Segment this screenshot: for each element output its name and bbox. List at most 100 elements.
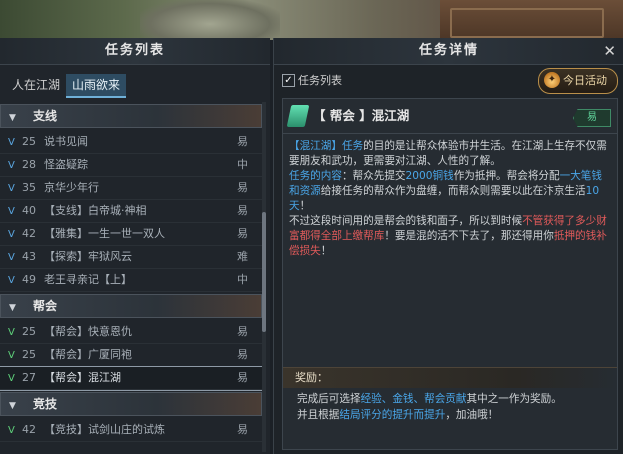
quest-row[interactable]: V 49 老王寻亲记【上】 中 [0, 269, 262, 292]
quest-list-tabs: 人在江湖 山雨欲来 [6, 74, 127, 98]
quest-difficulty: 易 [237, 423, 248, 436]
quest-title: 【 帮会 】混江湖 [313, 108, 410, 123]
tab-ren-zai-jiang-hu[interactable]: 人在江湖 [6, 74, 66, 96]
chevron-down-icon: ▼ [9, 113, 16, 123]
quest-list-scrollbar[interactable] [262, 102, 266, 452]
desc-text: ！ [320, 245, 332, 257]
quest-list-title: 任务列表 [0, 38, 270, 65]
desc-text: ！要是混的活不下去了，那还得用你 [384, 230, 554, 242]
quest-description: 【混江湖】任务的目的是让帮众体验市井生活。在江湖上生存不仅需要朋友和武功，更需要… [289, 139, 611, 259]
desc-text: 不过这段时间用的是帮会的钱和面子，所以到时候 [289, 215, 523, 227]
scene-rock [140, 0, 280, 40]
desc-text: 作为抵押。帮会将分配 [453, 170, 560, 182]
quest-level: 42 [22, 227, 36, 240]
chevron-down-icon: ▼ [9, 401, 16, 411]
reward-description: 完成后可选择经验、金钱、帮会贡献其中之一作为奖励。 并且根据结局评分的提升而提升… [297, 391, 609, 423]
quest-row[interactable]: V 25 【帮会】快意恩仇 易 [0, 321, 262, 344]
quest-level: 40 [22, 204, 36, 217]
quest-header: 【 帮会 】混江湖 易 [283, 99, 617, 134]
quest-level: 49 [22, 273, 36, 286]
reward-header: 奖励： [283, 367, 617, 388]
quest-list-toggle[interactable]: ✓ 任务列表 [282, 72, 342, 90]
close-icon[interactable]: ✕ [603, 38, 618, 64]
quest-detail-title: 任务详情 [418, 43, 479, 58]
quest-name: 【帮会】快意恩仇 [44, 325, 132, 338]
checkbox-checked-icon[interactable]: ✓ [282, 73, 295, 87]
quest-level: 43 [22, 250, 36, 263]
quest-level: 28 [22, 158, 36, 171]
quest-name: 怪盗疑踪 [44, 158, 88, 171]
quest-difficulty: 易 [237, 371, 248, 384]
chevron-quest-icon: V [8, 252, 15, 263]
content-highlight: 任务的内容 [289, 170, 342, 182]
chevron-quest-icon: V [8, 229, 15, 240]
category-banghui[interactable]: ▼ 帮会 [0, 294, 262, 318]
quest-name: 说书见闻 [44, 135, 88, 148]
game-scene-background [0, 0, 623, 40]
quest-row[interactable]: V 42 【竞技】试剑山庄的试炼 易 [0, 419, 262, 442]
desc-text: ！ [299, 200, 311, 212]
quest-name: 【帮会】混江湖 [44, 371, 121, 384]
quest-level: 25 [22, 135, 36, 148]
quest-difficulty: 易 [237, 181, 248, 194]
reward-options-highlight: 经验、金钱、帮会贡献 [360, 393, 467, 405]
quest-row[interactable]: V 35 京华少年行 易 [0, 177, 262, 200]
quest-level: 25 [22, 325, 36, 338]
reward-label: 奖励： [295, 371, 328, 384]
scene-building [440, 0, 623, 40]
chevron-quest-icon: V [8, 373, 15, 384]
difficulty-badge: 易 [573, 109, 611, 127]
quest-difficulty: 易 [237, 204, 248, 217]
reward-text: 并且根据 [297, 409, 340, 421]
category-zhixian[interactable]: ▼ 支线 [0, 104, 262, 128]
quest-name: 【雅集】一生一世一双人 [44, 227, 165, 240]
chevron-quest-icon: V [8, 327, 15, 338]
quest-list: ▼ 支线 V 25 说书见闻易 V 28 怪盗疑踪中 V 35 京华少年行易 V 40 【支线】白… [0, 102, 263, 442]
chevron-quest-icon: V [8, 275, 15, 286]
quest-difficulty: 难 [237, 250, 248, 263]
tab-shan-yu-yu-lai[interactable]: 山雨欲来 [66, 74, 127, 98]
fire-icon: ✦ [544, 72, 560, 88]
desc-text: 给接任务的帮众作为盘缠，而帮众则需要以此在汴京生活 [320, 185, 586, 197]
quest-difficulty: 易 [237, 348, 248, 361]
quest-name-highlight: 【混江湖】任务 [289, 140, 364, 152]
today-activity-label: 今日活动 [563, 74, 607, 87]
reward-text: ，加油哦！ [445, 409, 499, 421]
desc-text: ：帮众先提交 [341, 170, 406, 182]
quest-difficulty: 易 [237, 325, 248, 338]
quest-name: 【帮会】广厦同袍 [44, 348, 132, 361]
category-label: 支线 [33, 109, 58, 123]
quest-detail-header: 任务详情 ✕ [274, 38, 623, 65]
quest-row-selected[interactable]: V 27 【帮会】混江湖 易 [0, 366, 263, 391]
today-activity-button[interactable]: ✦ 今日活动 [538, 68, 618, 94]
quest-difficulty: 中 [237, 273, 248, 286]
quest-list-panel: 任务列表 人在江湖 山雨欲来 ▼ 支线 V 25 说书见闻易 V 28 怪盗疑踪中 V 35… [0, 38, 270, 454]
quest-difficulty: 中 [237, 158, 248, 171]
quest-row[interactable]: V 28 怪盗疑踪 中 [0, 154, 262, 177]
reward-text: 其中之一作为奖励。 [466, 393, 562, 405]
quest-row[interactable]: V 40 【支线】白帝城·神相 易 [0, 200, 262, 223]
quest-name: 京华少年行 [44, 181, 99, 194]
chevron-quest-icon: V [8, 425, 15, 436]
quest-difficulty: 易 [237, 227, 248, 240]
quest-difficulty: 易 [237, 135, 248, 148]
quest-detail-card: 【 帮会 】混江湖 易 【混江湖】任务的目的是让帮众体验市井生活。在江湖上生存不… [282, 98, 618, 450]
chevron-quest-icon: V [8, 137, 15, 148]
reward-score-highlight: 结局评分的提升而提升 [339, 409, 446, 421]
quest-level: 25 [22, 348, 36, 361]
quest-row[interactable]: V 25 【帮会】广厦同袍 易 [0, 344, 262, 367]
quest-name: 【竞技】试剑山庄的试炼 [44, 423, 165, 436]
quest-row[interactable]: V 43 【探索】牢狱风云 难 [0, 246, 262, 269]
category-jingji[interactable]: ▼ 竞技 [0, 392, 262, 416]
scrollbar-thumb[interactable] [262, 212, 266, 332]
quest-row[interactable]: V 25 说书见闻 易 [0, 131, 262, 154]
quest-detail-panel: 任务详情 ✕ ✓ 任务列表 ✦ 今日活动 【 帮会 】混江湖 易 【混江湖】任务的… [273, 38, 623, 454]
checkbox-label: 任务列表 [298, 74, 342, 87]
category-label: 竞技 [33, 397, 58, 411]
quest-level: 35 [22, 181, 36, 194]
category-label: 帮会 [33, 299, 58, 313]
quest-row[interactable]: V 42 【雅集】一生一世一双人 易 [0, 223, 262, 246]
quest-level: 42 [22, 423, 36, 436]
chevron-down-icon: ▼ [9, 303, 16, 313]
quest-name: 【支线】白帝城·神相 [44, 204, 147, 217]
